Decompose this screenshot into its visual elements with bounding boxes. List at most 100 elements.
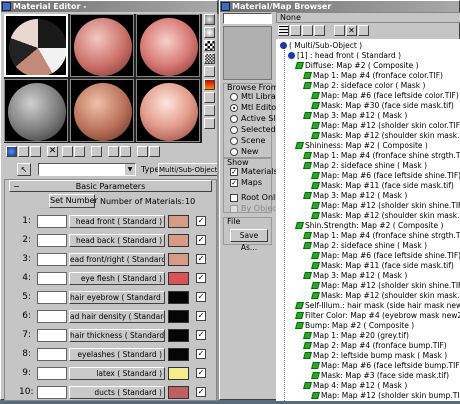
sub-material-name-field[interactable] [37,348,67,361]
tree-node[interactable]: Map 4: Map #12 ( Mask ) [303,381,407,391]
view-small-icons-icon[interactable] [302,25,313,36]
sample-slot-3[interactable] [136,14,200,77]
sub-material-color-swatch[interactable] [168,215,189,228]
sub-material-color-swatch[interactable] [168,367,189,380]
save-as-button[interactable]: Save As... [230,229,268,252]
material-name-field[interactable]: ▼ [38,163,136,176]
sub-material-color-swatch[interactable] [168,234,189,247]
tree-node[interactable]: Diffuse: Map #2 ( Composite ) [295,61,419,71]
rollout-header[interactable]: − Basic Parameters [9,180,212,192]
uv-tiling-icon[interactable] [204,53,215,64]
sub-material-button[interactable]: hair thickness ( Standard ) [69,329,165,342]
get-material-icon[interactable] [6,146,17,157]
sub-material-button[interactable]: hair eyebrow ( Standard ) [69,291,165,304]
show-checkbox[interactable]: ✓ [230,179,238,187]
sample-slot-4[interactable] [4,79,68,142]
put-to-library-icon[interactable] [74,146,85,157]
sub-material-checkbox[interactable]: ✓ [196,216,206,226]
tree-node[interactable]: Map: Map #12 (sholder skin shine.TIF) [311,281,460,291]
tree-node[interactable]: Map 3: Map #12 ( Mask ) [303,191,407,201]
reset-map-icon[interactable]: ✕ [47,146,58,157]
sub-material-name-field[interactable] [37,310,67,323]
sub-material-color-swatch[interactable] [168,291,189,304]
sub-material-name-field[interactable] [37,367,67,380]
tree-node[interactable]: Mask: Map #12 (shoulder skin mask.tif) [311,131,460,141]
assign-to-selection-icon[interactable] [30,146,41,157]
sub-material-name-field[interactable] [37,329,67,342]
clear-library-icon[interactable] [358,25,369,36]
video-color-check-icon[interactable] [204,66,215,77]
sub-material-color-swatch[interactable] [168,386,189,399]
tree-node[interactable]: Map 1: Map #4 (fronface shine strgth.TIF… [303,231,460,241]
tree-node[interactable]: Map 2: sideface color ( Mask ) [303,81,425,91]
view-list-icon[interactable] [278,25,289,36]
browse-from-radio[interactable] [230,93,238,101]
tree-node[interactable]: Bump: Map #2 ( Composite ) [295,321,414,331]
sub-material-button[interactable]: eye flesh ( Standard ) [69,272,165,285]
tree-node[interactable]: Map 1: Map #4 (fronface color.TIF) [303,71,443,81]
sub-material-color-swatch[interactable] [168,348,189,361]
sub-material-checkbox[interactable]: ✓ [196,292,206,302]
show-checkbox[interactable] [230,194,238,202]
material-map-navigator-icon[interactable] [204,118,215,129]
tree-node[interactable]: Mask: Map #11 (face side mask.tif) [311,261,454,271]
delete-from-library-icon[interactable]: ✕ [346,25,357,36]
tree-node[interactable]: Map: Map #6 (face leftside bump.TIF) [311,361,460,371]
sub-material-checkbox[interactable]: ✓ [196,387,206,397]
show-checkbox[interactable]: ✓ [230,168,238,176]
material-effects-channel-icon[interactable] [91,146,102,157]
tree-node[interactable]: Map 2: sideface shine ( Mask ) [303,161,427,171]
sub-material-name-field[interactable] [37,272,67,285]
browser-titlebar[interactable]: Material/Map Browser [220,1,459,12]
tree-node[interactable]: Mask: Map #12 (shoulder skin mask.tif) [311,291,460,301]
tree-node[interactable]: Map 3: Map #12 ( Mask ) [303,111,407,121]
sample-slot-1[interactable] [4,14,68,77]
tree-node[interactable]: Mask: Map #30 (face side mask.tif) [311,101,454,111]
sub-material-color-swatch[interactable] [168,253,189,266]
sub-material-name-field[interactable] [37,234,67,247]
sub-material-button[interactable]: ducts ( Standard ) [69,386,165,399]
material-tree[interactable]: ( Multi/Sub-Object ) [1] : head front ( S… [276,39,460,401]
browse-from-radio[interactable] [230,126,238,134]
tree-node[interactable]: Filter Color: Map #4 (eyebrow mask new2.… [295,311,460,321]
number-of-materials-value[interactable]: 10 [185,197,195,206]
tree-node[interactable]: Mask: Map #11 (face side mask.tif) [311,181,454,191]
make-copy-icon[interactable] [62,146,73,157]
make-preview-icon[interactable] [204,79,215,90]
pick-material-from-object-icon[interactable]: ↖ [17,163,31,176]
go-to-parent-icon[interactable] [137,146,148,157]
tree-node[interactable]: Map 1: Map #4 (fronface shine strgth.TIF… [303,151,460,161]
browse-from-radio[interactable] [230,137,238,145]
view-list-icons-icon[interactable] [290,25,301,36]
tree-node[interactable]: Map 3: Map #12 ( Mask ) [303,271,407,281]
tree-node[interactable]: Mask: Map #12 (shoulder skin mask.tif) [311,211,460,221]
tree-node[interactable]: Mask: Map #3 (face side mask.tif) [311,371,449,381]
sub-material-color-swatch[interactable] [168,329,189,342]
sub-material-name-field[interactable] [37,253,67,266]
sample-slot-5[interactable] [70,79,134,142]
tree-node[interactable]: Map: Map #12 (sholder skin color.TIF) [311,121,460,131]
sub-material-checkbox[interactable]: ✓ [196,349,206,359]
show-end-result-icon[interactable] [120,146,131,157]
tree-node[interactable]: [1] : head front ( Standard ) [288,51,401,61]
sub-material-color-swatch[interactable] [168,272,189,285]
tree-node[interactable]: Map 2: sideface shine ( Mask ) [303,241,427,251]
sub-material-button[interactable]: ead front/right ( Standard ) [69,253,165,266]
browser-search-field[interactable] [223,13,272,24]
sample-type-icon[interactable] [204,14,215,25]
sub-material-button[interactable]: latex ( Standard ) [69,367,165,380]
tree-node[interactable]: Map: Map #6 (face leftside color.TIF) [311,91,459,101]
sub-material-button[interactable]: ad hair density ( Standard ) [69,310,165,323]
sub-material-button[interactable]: eyelashes ( Standard ) [69,348,165,361]
tree-node[interactable]: Shin.Strength: Map #2 ( Composite ) [295,221,443,231]
sub-material-button[interactable]: head back ( Standard ) [69,234,165,247]
options-icon[interactable] [204,92,215,103]
backlight-icon[interactable] [204,27,215,38]
browse-from-radio[interactable] [230,148,238,156]
sub-material-button[interactable]: head front ( Standard ) [69,215,165,228]
tree-node[interactable]: Shininess: Map #2 ( Composite ) [295,141,428,151]
tree-node[interactable]: Map: Map #6 (face leftside shine.TIF) [311,251,460,261]
tree-node[interactable]: Map 2: Map #4 (fronface bump.TIF) [303,341,447,351]
tree-node[interactable]: Map 1: Map #20 (grey.tif) [303,331,409,341]
show-checkbox[interactable] [230,205,238,213]
